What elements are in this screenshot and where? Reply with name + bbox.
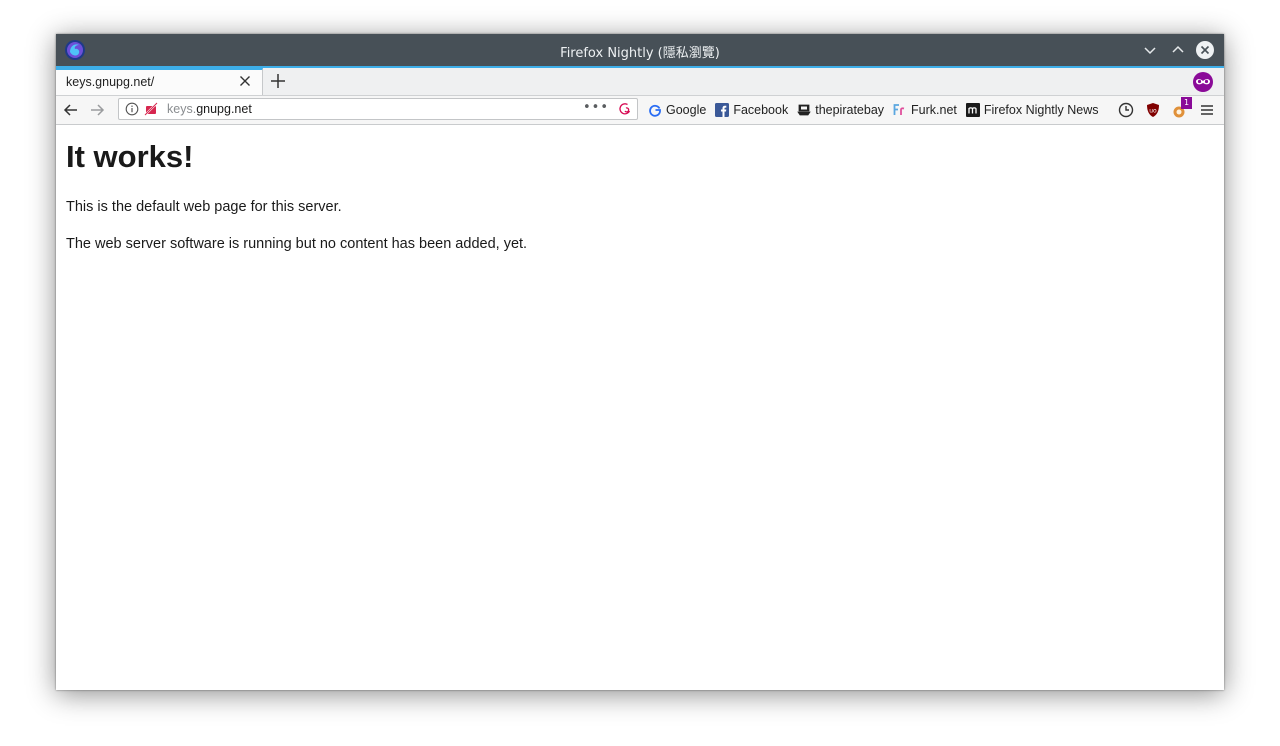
bookmark-label: Furk.net bbox=[911, 103, 957, 117]
bookmark-label: Facebook bbox=[733, 103, 789, 117]
page-content: It works! This is the default web page f… bbox=[56, 125, 1224, 690]
tab-keys-gnupg[interactable]: keys.gnupg.net/ bbox=[56, 68, 263, 95]
site-info-icon[interactable] bbox=[125, 102, 139, 116]
insecure-connection-icon[interactable] bbox=[144, 102, 158, 116]
tab-title: keys.gnupg.net/ bbox=[66, 75, 155, 89]
title-bar: Firefox Nightly (隱私瀏覽) bbox=[56, 34, 1224, 66]
bookmark-facebook[interactable]: Facebook bbox=[715, 103, 788, 117]
toolbar-icons: uo 1 bbox=[1108, 97, 1216, 120]
url-bar[interactable]: keys.gnupg.net ••• bbox=[118, 98, 638, 120]
page-paragraph-1: This is the default web page for this se… bbox=[66, 199, 342, 215]
facebook-icon bbox=[715, 103, 730, 117]
url-subdomain: keys. bbox=[167, 102, 197, 116]
forward-arrow-icon[interactable] bbox=[88, 101, 106, 119]
pirate-ship-icon bbox=[797, 104, 811, 116]
close-tab-icon[interactable] bbox=[238, 74, 252, 88]
bookmark-label: Firefox Nightly News bbox=[983, 103, 1099, 117]
bookmark-firefox-nightly-news[interactable]: Firefox Nightly News bbox=[965, 103, 1099, 117]
new-tab-icon[interactable] bbox=[269, 72, 287, 90]
close-window-icon[interactable] bbox=[1195, 40, 1215, 60]
private-browsing-icon bbox=[1193, 72, 1213, 92]
back-arrow-icon[interactable] bbox=[62, 101, 80, 119]
url-text[interactable]: keys.gnupg.net bbox=[167, 102, 252, 116]
extension-with-badge[interactable]: 1 bbox=[1171, 97, 1192, 119]
page-paragraph-2: The web server software is running but n… bbox=[66, 236, 528, 252]
maximize-icon[interactable] bbox=[1168, 40, 1188, 60]
hamburger-menu-icon[interactable] bbox=[1198, 101, 1216, 119]
url-domain: gnupg.net bbox=[196, 102, 252, 116]
nightly-news-icon bbox=[965, 103, 980, 117]
svg-text:uo: uo bbox=[1149, 108, 1157, 115]
window-title: Firefox Nightly (隱私瀏覽) bbox=[560, 46, 720, 61]
bookmark-thepiratebay[interactable]: thepiratebay bbox=[797, 103, 884, 117]
page-heading: It works! bbox=[66, 139, 194, 174]
ublock-shield-icon[interactable]: uo bbox=[1144, 101, 1162, 119]
bookmark-furk[interactable]: Furk.net bbox=[893, 103, 957, 117]
debian-swirl-icon[interactable] bbox=[617, 101, 633, 117]
history-clock-icon[interactable] bbox=[1117, 101, 1135, 119]
page-actions-button[interactable]: ••• bbox=[583, 100, 609, 115]
extension-badge-count: 1 bbox=[1181, 97, 1192, 109]
google-icon bbox=[649, 104, 661, 117]
navigation-toolbar: keys.gnupg.net ••• Google Facebook thepi… bbox=[56, 96, 1224, 125]
bookmark-google[interactable]: Google bbox=[648, 103, 706, 117]
furk-icon bbox=[893, 104, 905, 115]
browser-window: Firefox Nightly (隱私瀏覽) keys.gnupg.net/ k… bbox=[56, 34, 1224, 690]
bookmark-label: thepiratebay bbox=[815, 103, 885, 117]
bookmark-label: Google bbox=[666, 103, 707, 117]
minimize-icon[interactable] bbox=[1140, 40, 1160, 60]
bookmarks-toolbar: Google Facebook thepiratebay Furk.net Fi… bbox=[648, 96, 1108, 124]
tab-strip: keys.gnupg.net/ bbox=[56, 68, 1224, 96]
